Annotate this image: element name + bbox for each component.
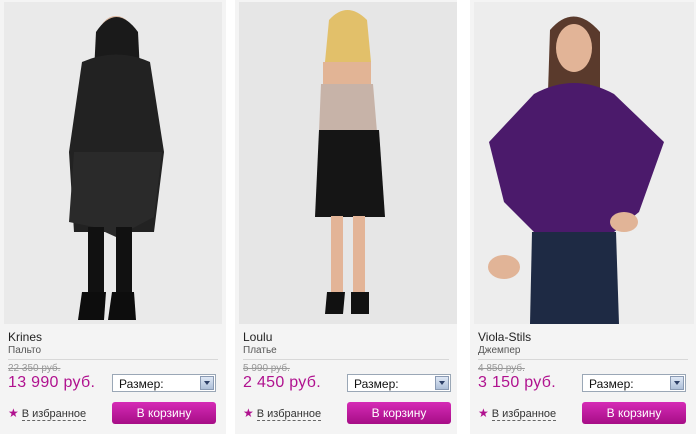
size-select-label: Размер:	[119, 377, 164, 391]
favorites-label: В избранное	[491, 408, 557, 421]
current-price: 13 990 руб.	[8, 374, 96, 391]
star-icon: ★	[243, 406, 254, 420]
product-card: Krines Пальто 22 350 руб. 13 990 руб. Ра…	[0, 0, 226, 434]
add-to-favorites-link[interactable]: ★ В избранное	[8, 406, 87, 421]
chevron-down-icon[interactable]	[435, 376, 449, 390]
product-type: Пальто	[8, 345, 42, 356]
product-type: Платье	[243, 345, 277, 356]
divider	[478, 359, 688, 360]
size-select[interactable]: Размер:	[347, 374, 451, 392]
product-brand[interactable]: Loulu	[243, 330, 272, 344]
product-photo[interactable]	[239, 2, 457, 324]
current-price: 3 150 руб.	[478, 374, 556, 391]
size-select-label: Размер:	[589, 377, 634, 391]
add-to-favorites-link[interactable]: ★ В избранное	[478, 406, 557, 421]
add-to-cart-button[interactable]: В корзину	[347, 402, 451, 424]
product-brand[interactable]: Viola-Stils	[478, 330, 531, 344]
product-photo[interactable]	[4, 2, 222, 324]
star-icon: ★	[8, 406, 19, 420]
size-select[interactable]: Размер:	[112, 374, 216, 392]
chevron-down-icon[interactable]	[200, 376, 214, 390]
add-to-cart-button[interactable]: В корзину	[112, 402, 216, 424]
divider	[8, 359, 218, 360]
favorites-label: В избранное	[256, 408, 322, 421]
product-card: Loulu Платье 5 990 руб. 2 450 руб. Разме…	[235, 0, 457, 434]
size-select-label: Размер:	[354, 377, 399, 391]
divider	[243, 359, 449, 360]
current-price: 2 450 руб.	[243, 374, 321, 391]
product-image-coat	[4, 2, 222, 324]
old-price: 4 850 руб.	[478, 363, 525, 374]
chevron-down-icon[interactable]	[670, 376, 684, 390]
add-to-cart-button[interactable]: В корзину	[582, 402, 686, 424]
old-price: 22 350 руб.	[8, 363, 61, 374]
product-image-dress	[239, 2, 457, 324]
product-brand[interactable]: Krines	[8, 330, 42, 344]
product-photo[interactable]	[474, 2, 694, 324]
product-grid: Krines Пальто 22 350 руб. 13 990 руб. Ра…	[0, 0, 700, 434]
old-price: 5 990 руб.	[243, 363, 290, 374]
size-select[interactable]: Размер:	[582, 374, 686, 392]
add-to-favorites-link[interactable]: ★ В избранное	[243, 406, 322, 421]
product-card: Viola-Stils Джемпер 4 850 руб. 3 150 руб…	[470, 0, 696, 434]
product-type: Джемпер	[478, 345, 521, 356]
product-image-sweater	[474, 2, 694, 324]
favorites-label: В избранное	[21, 408, 87, 421]
star-icon: ★	[478, 406, 489, 420]
